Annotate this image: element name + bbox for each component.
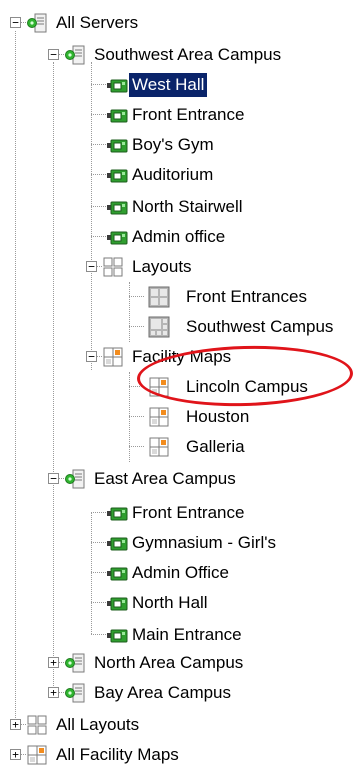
tree-label[interactable]: Front Entrance	[129, 103, 247, 127]
tree-label[interactable]: Galleria	[183, 435, 248, 459]
tree-node-all-servers[interactable]: − All Servers	[0, 8, 364, 38]
camera-icon	[107, 109, 128, 123]
tree-node-camera[interactable]: Admin Office	[0, 558, 364, 588]
tree-line	[91, 236, 106, 237]
camera-icon	[107, 231, 128, 245]
tree-line	[91, 572, 106, 573]
tree-label[interactable]: Gymnasium - Girl's	[129, 531, 279, 555]
camera-icon	[107, 567, 128, 581]
tree-line	[129, 296, 144, 297]
tree-label[interactable]: Front Entrances	[183, 285, 310, 309]
tree-node-bay-campus[interactable]: + Bay Area Campus	[0, 678, 364, 708]
tree-line	[129, 446, 144, 447]
tree-node-camera[interactable]: Front Entrance	[0, 100, 364, 130]
tree-node-east-campus[interactable]: − East Area Campus	[0, 464, 364, 494]
tree-node-layout[interactable]: Front Entrances	[0, 282, 364, 312]
tree-node-camera[interactable]: North Stairwell	[0, 192, 364, 222]
collapse-toggle[interactable]: −	[86, 261, 97, 272]
tree-line	[91, 144, 106, 145]
layout-grid-icon	[148, 286, 170, 308]
tree-label[interactable]: Front Entrance	[129, 501, 247, 525]
expand-toggle[interactable]: +	[10, 749, 21, 760]
layout-grid-icon	[148, 316, 170, 338]
tree-label[interactable]: All Servers	[53, 11, 141, 35]
server-icon	[65, 683, 85, 703]
facility-map-icon	[27, 745, 47, 765]
tree-line	[91, 602, 106, 603]
tree-line	[129, 326, 144, 327]
tree-node-camera[interactable]: West Hall	[0, 70, 364, 100]
server-icon	[27, 13, 47, 33]
facility-map-icon	[149, 407, 169, 427]
tree-label[interactable]: Southwest Area Campus	[91, 43, 284, 67]
tree-node-facility-map[interactable]: Galleria	[0, 432, 364, 462]
tree-label[interactable]: Southwest Campus	[183, 315, 336, 339]
tree-label[interactable]: All Layouts	[53, 713, 142, 737]
tree-label[interactable]: Bay Area Campus	[91, 681, 234, 705]
tree-node-southwest-campus[interactable]: − Southwest Area Campus	[0, 40, 364, 70]
tree-node-camera[interactable]: Main Entrance	[0, 620, 364, 650]
tree-node-camera[interactable]: Admin office	[0, 222, 364, 252]
tree-line	[91, 634, 106, 635]
collapse-toggle[interactable]: −	[10, 17, 21, 28]
camera-icon	[107, 629, 128, 643]
tree-label[interactable]: Main Entrance	[129, 623, 245, 647]
tree-line	[91, 84, 106, 85]
tree-label[interactable]: East Area Campus	[91, 467, 239, 491]
tree-line	[91, 206, 106, 207]
facility-map-icon	[149, 437, 169, 457]
expand-toggle[interactable]: +	[48, 687, 59, 698]
tree-label[interactable]: All Facility Maps	[53, 743, 182, 767]
tree-line	[91, 114, 106, 115]
tree-label[interactable]: Houston	[183, 405, 252, 429]
camera-icon	[107, 169, 128, 183]
server-icon	[65, 653, 85, 673]
camera-icon	[107, 597, 128, 611]
tree-label[interactable]: West Hall	[129, 73, 208, 97]
tree-line	[129, 416, 144, 417]
tree-node-layouts[interactable]: − Layouts	[0, 252, 364, 282]
camera-icon	[107, 507, 128, 521]
tree-node-north-campus[interactable]: + North Area Campus	[0, 648, 364, 678]
server-icon	[65, 469, 85, 489]
tree-node-camera[interactable]: Front Entrance	[0, 498, 364, 528]
server-icon	[65, 45, 85, 65]
camera-icon	[107, 139, 128, 153]
tree-node-all-facility-maps[interactable]: + All Facility Maps	[0, 740, 364, 770]
tree-line	[91, 512, 106, 513]
tree-node-facility-map[interactable]: Houston	[0, 402, 364, 432]
camera-icon	[107, 201, 128, 215]
collapse-toggle[interactable]: −	[86, 351, 97, 362]
tree-node-camera[interactable]: Boy's Gym	[0, 130, 364, 160]
collapse-toggle[interactable]: −	[48, 473, 59, 484]
tree-line	[91, 174, 106, 175]
tree-node-camera[interactable]: Gymnasium - Girl's	[0, 528, 364, 558]
tree-label[interactable]: Auditorium	[129, 163, 216, 187]
tree-node-layout[interactable]: Southwest Campus	[0, 312, 364, 342]
expand-toggle[interactable]: +	[10, 719, 21, 730]
layouts-icon	[103, 257, 123, 277]
camera-icon	[107, 79, 128, 93]
tree-node-camera[interactable]: Auditorium	[0, 160, 364, 190]
expand-toggle[interactable]: +	[48, 657, 59, 668]
tree-label[interactable]: Layouts	[129, 255, 195, 279]
tree-node-all-layouts[interactable]: + All Layouts	[0, 710, 364, 740]
tree-line	[91, 542, 106, 543]
facility-map-icon	[103, 347, 123, 367]
tree-label[interactable]: Admin Office	[129, 561, 232, 585]
tree-label[interactable]: North Hall	[129, 591, 211, 615]
layouts-icon	[27, 715, 47, 735]
camera-icon	[107, 537, 128, 551]
tree-label[interactable]: Admin office	[129, 225, 228, 249]
tree-label[interactable]: Boy's Gym	[129, 133, 217, 157]
tree-label[interactable]: North Stairwell	[129, 195, 246, 219]
tree-node-camera[interactable]: North Hall	[0, 588, 364, 618]
tree-label[interactable]: North Area Campus	[91, 651, 246, 675]
collapse-toggle[interactable]: −	[48, 49, 59, 60]
